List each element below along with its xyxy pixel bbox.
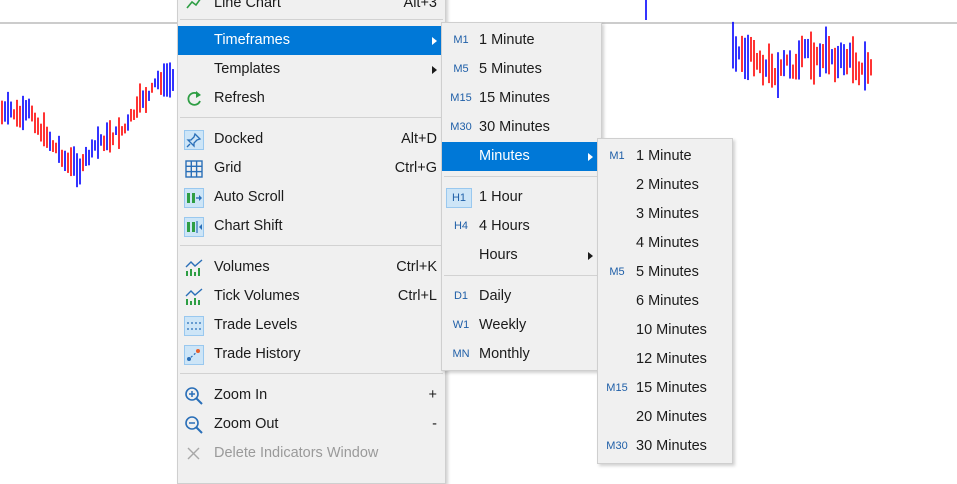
menu-item-tick-volumes[interactable]: Tick Volumes Ctrl+L bbox=[178, 282, 445, 311]
menu-separator bbox=[180, 19, 443, 20]
menu-item-trade-levels[interactable]: Trade Levels bbox=[178, 311, 445, 340]
menu-item-templates[interactable]: Templates bbox=[178, 55, 445, 84]
menu-item-trade-history[interactable]: Trade History bbox=[178, 340, 445, 369]
menu-item-auto-scroll[interactable]: Auto Scroll bbox=[178, 183, 445, 212]
minutes-item-20[interactable]: 20 Minutes bbox=[598, 403, 732, 432]
menu-separator bbox=[444, 275, 599, 276]
pin-icon bbox=[184, 130, 204, 150]
line-chart-icon bbox=[184, 0, 204, 14]
menu-item-docked[interactable]: Docked Alt+D bbox=[178, 125, 445, 154]
menu-item-delete-indicators-window: Delete Indicators Window bbox=[178, 439, 445, 468]
minutes-item-5[interactable]: M5 5 Minutes bbox=[598, 258, 732, 287]
menu-item-volumes[interactable]: Volumes Ctrl+K bbox=[178, 253, 445, 282]
menu-separator bbox=[180, 117, 443, 118]
minutes-item-15[interactable]: M15 15 Minutes bbox=[598, 374, 732, 403]
chart-context-menu: Line Chart Alt+3 Timeframes Templates Re… bbox=[177, 0, 446, 484]
chart-shift-icon bbox=[184, 217, 204, 237]
volumes-icon bbox=[184, 258, 204, 278]
tick-volumes-icon bbox=[184, 287, 204, 307]
minutes-item-6[interactable]: 6 Minutes bbox=[598, 287, 732, 316]
submenu-arrow-icon bbox=[588, 153, 593, 161]
minutes-item-2[interactable]: 2 Minutes bbox=[598, 171, 732, 200]
timeframe-item-m1[interactable]: M1 1 Minute bbox=[442, 26, 601, 55]
timeframe-item-w1[interactable]: W1 Weekly bbox=[442, 311, 601, 340]
auto-scroll-icon bbox=[184, 188, 204, 208]
zoom-in-icon bbox=[184, 386, 204, 406]
menu-item-chart-shift[interactable]: Chart Shift bbox=[178, 212, 445, 241]
timeframe-item-d1[interactable]: D1 Daily bbox=[442, 282, 601, 311]
menu-item-zoom-out[interactable]: Zoom Out - bbox=[178, 410, 445, 439]
minutes-item-3[interactable]: 3 Minutes bbox=[598, 200, 732, 229]
minutes-item-1[interactable]: M1 1 Minute bbox=[598, 142, 732, 171]
timeframe-item-h4[interactable]: H4 4 Hours bbox=[442, 212, 601, 241]
submenu-arrow-icon bbox=[432, 66, 437, 74]
trade-levels-icon bbox=[184, 316, 204, 336]
timeframe-item-h1[interactable]: H1 1 Hour bbox=[442, 183, 601, 212]
minutes-item-4[interactable]: 4 Minutes bbox=[598, 229, 732, 258]
timeframe-item-m5[interactable]: M5 5 Minutes bbox=[442, 55, 601, 84]
menu-separator bbox=[444, 176, 599, 177]
timeframe-item-mn[interactable]: MN Monthly bbox=[442, 340, 601, 369]
menu-item-timeframes[interactable]: Timeframes bbox=[178, 26, 445, 55]
menu-item-line-chart[interactable]: Line Chart Alt+3 bbox=[178, 0, 445, 18]
trade-history-icon bbox=[184, 345, 204, 365]
refresh-icon bbox=[184, 89, 204, 109]
minutes-item-12[interactable]: 12 Minutes bbox=[598, 345, 732, 374]
timeframe-item-hours[interactable]: Hours bbox=[442, 241, 601, 270]
timeframes-submenu: M1 1 Minute M5 5 Minutes M15 15 Minutes … bbox=[441, 22, 602, 371]
zoom-out-icon bbox=[184, 415, 204, 435]
delete-icon bbox=[184, 444, 204, 464]
timeframe-item-m15[interactable]: M15 15 Minutes bbox=[442, 84, 601, 113]
grid-icon bbox=[184, 159, 204, 179]
menu-item-refresh[interactable]: Refresh bbox=[178, 84, 445, 113]
submenu-arrow-icon bbox=[588, 252, 593, 260]
submenu-arrow-icon bbox=[432, 37, 437, 45]
timeframe-item-m30[interactable]: M30 30 Minutes bbox=[442, 113, 601, 142]
menu-separator bbox=[180, 245, 443, 246]
minutes-item-10[interactable]: 10 Minutes bbox=[598, 316, 732, 345]
menu-separator bbox=[180, 373, 443, 374]
minutes-submenu: M1 1 Minute 2 Minutes 3 Minutes 4 Minute… bbox=[597, 138, 733, 464]
menu-item-zoom-in[interactable]: Zoom In + bbox=[178, 381, 445, 410]
timeframe-item-minutes[interactable]: Minutes bbox=[442, 142, 601, 171]
menu-item-grid[interactable]: Grid Ctrl+G bbox=[178, 154, 445, 183]
minutes-item-30[interactable]: M30 30 Minutes bbox=[598, 432, 732, 461]
